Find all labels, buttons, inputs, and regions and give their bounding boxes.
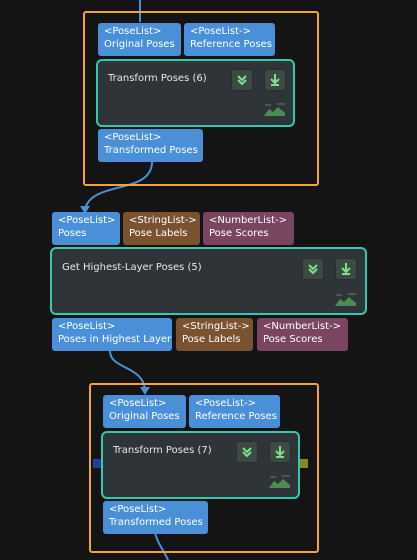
node-title: Transform Poses (7) (113, 445, 212, 456)
node-title: Get Highest-Layer Poses (5) (62, 262, 202, 273)
port-type: <StringList-> (182, 321, 250, 332)
port-name: Pose Labels (182, 334, 241, 345)
port-type: <PoseList> (109, 398, 167, 409)
port-name: Poses in Highest Layer (58, 334, 172, 345)
node-get-highest-layer-poses-5[interactable]: Get Highest-Layer Poses (5) (50, 247, 367, 315)
port-name: Poses (58, 228, 87, 239)
port-name: Transformed Poses (104, 145, 198, 156)
status-graph-icon (269, 475, 290, 488)
output-port-transformed-poses[interactable]: <PoseList> Transformed Poses (103, 501, 208, 534)
status-graph-icon (335, 293, 356, 306)
download-button[interactable] (335, 258, 357, 280)
input-port-original-poses[interactable]: <PoseList> Original Poses (98, 23, 181, 56)
port-type: <PoseList> (104, 26, 162, 37)
input-port-pose-scores[interactable]: <NumberList-> Pose Scores (203, 212, 294, 245)
right-side-port[interactable] (299, 459, 308, 468)
port-type: <NumberList-> (263, 321, 342, 332)
collapse-button[interactable] (231, 69, 253, 91)
port-name: Transformed Poses (109, 517, 203, 528)
port-type: <PoseList> (58, 215, 116, 226)
collapse-icon (237, 75, 247, 86)
output-port-poses-in-highest-layer[interactable]: <PoseList> Poses in Highest Layer (52, 318, 172, 351)
input-port-original-poses[interactable]: <PoseList> Original Poses (103, 395, 186, 428)
download-icon (341, 263, 351, 275)
port-type: <PoseList-> (195, 398, 257, 409)
node-title: Transform Poses (6) (108, 73, 207, 84)
port-name: Reference Poses (190, 39, 272, 50)
node-transform-poses-7[interactable]: Transform Poses (7) (101, 431, 300, 499)
port-name: Original Poses (109, 411, 180, 422)
download-icon (270, 74, 280, 86)
port-type: <PoseList> (109, 504, 167, 515)
port-type: <PoseList> (58, 321, 116, 332)
output-port-pose-scores[interactable]: <NumberList-> Pose Scores (257, 318, 348, 351)
input-port-reference-poses[interactable]: <PoseList-> Reference Poses (189, 395, 280, 428)
port-type: <StringList-> (129, 215, 197, 226)
port-name: Original Poses (104, 39, 175, 50)
collapse-icon (242, 447, 252, 458)
port-name: Pose Scores (263, 334, 323, 345)
output-port-pose-labels[interactable]: <StringList-> Pose Labels (176, 318, 253, 351)
download-button[interactable] (264, 69, 286, 91)
collapse-icon (308, 264, 318, 275)
output-port-transformed-poses[interactable]: <PoseList> Transformed Poses (98, 129, 203, 162)
download-icon (275, 446, 285, 458)
input-port-pose-labels[interactable]: <StringList-> Pose Labels (123, 212, 200, 245)
port-name: Reference Poses (195, 411, 277, 422)
port-type: <PoseList-> (190, 26, 252, 37)
download-button[interactable] (269, 441, 291, 463)
collapse-button[interactable] (302, 258, 324, 280)
port-name: Pose Labels (129, 228, 188, 239)
port-type: <NumberList-> (209, 215, 288, 226)
collapse-button[interactable] (236, 441, 258, 463)
input-port-poses[interactable]: <PoseList> Poses (52, 212, 120, 245)
input-port-reference-poses[interactable]: <PoseList-> Reference Poses (184, 23, 275, 56)
port-name: Pose Scores (209, 228, 269, 239)
status-graph-icon (264, 103, 285, 116)
node-transform-poses-6[interactable]: Transform Poses (6) (96, 59, 295, 127)
port-type: <PoseList> (104, 132, 162, 143)
